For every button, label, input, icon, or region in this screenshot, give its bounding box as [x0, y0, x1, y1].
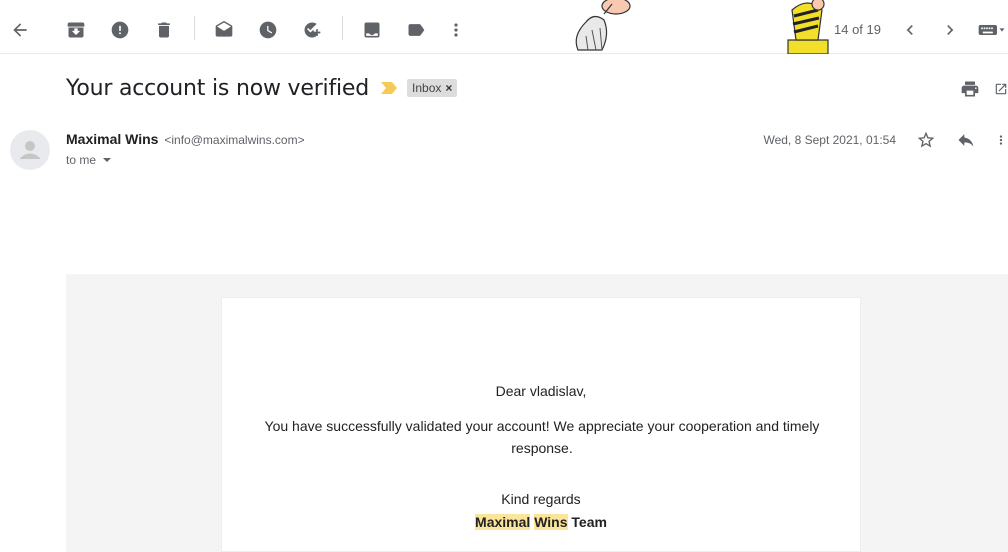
- mark-unread-icon[interactable]: [212, 18, 236, 42]
- labels-icon[interactable]: [404, 18, 428, 42]
- snooze-icon[interactable]: [256, 18, 280, 42]
- toolbar-divider: [342, 16, 343, 40]
- keyboard-icon[interactable]: [976, 18, 1008, 42]
- signature: Maximal Wins Team: [222, 514, 860, 530]
- remove-label-icon[interactable]: ×: [445, 81, 452, 95]
- more-vert-icon[interactable]: [994, 128, 1008, 152]
- regards-text: Kind regards: [501, 491, 581, 507]
- reply-icon[interactable]: [954, 128, 978, 152]
- add-task-icon[interactable]: [300, 18, 324, 42]
- email-subject: Your account is now verified: [66, 75, 370, 101]
- print-icon[interactable]: [958, 77, 982, 101]
- back-arrow-icon[interactable]: [8, 18, 32, 42]
- sender-name[interactable]: Maximal Wins: [66, 131, 158, 147]
- toolbar: 14 of 19: [0, 0, 1008, 54]
- message-text: You have successfully validated your acc…: [264, 418, 820, 456]
- label-chip-text: Inbox: [412, 81, 442, 95]
- avatar: [10, 130, 50, 170]
- label-chip-inbox: Inbox ×: [407, 79, 458, 97]
- subject-row: Your account is now verified Inbox ×: [66, 72, 458, 104]
- toolbar-divider: [194, 16, 195, 40]
- sender-email: <info@maximalwins.com>: [164, 133, 305, 147]
- report-spam-icon[interactable]: [108, 18, 132, 42]
- caret-down-icon: [103, 158, 112, 162]
- theme-character-right-image: [787, 0, 829, 54]
- move-to-icon[interactable]: [360, 18, 384, 42]
- archive-icon[interactable]: [64, 18, 88, 42]
- signature-word-highlighted: Wins: [534, 514, 568, 530]
- delete-icon[interactable]: [152, 18, 176, 42]
- default-avatar-icon: [20, 141, 40, 159]
- email-body-card: Dear vladislav, You have successfully va…: [221, 297, 861, 552]
- sender-line: Maximal Wins <info@maximalwins.com>: [66, 131, 305, 147]
- chevron-left-icon[interactable]: [898, 18, 922, 42]
- chevron-right-icon[interactable]: [938, 18, 962, 42]
- recipient-details-toggle[interactable]: to me: [66, 153, 112, 167]
- theme-character-left-image: [575, 0, 631, 51]
- more-vert-icon[interactable]: [444, 18, 468, 42]
- open-new-window-icon[interactable]: [994, 77, 1008, 101]
- star-icon[interactable]: [914, 128, 938, 152]
- recipient-text: to me: [66, 153, 97, 167]
- greeting-text: Dear vladislav,: [495, 383, 587, 399]
- signature-word: Team: [571, 514, 607, 530]
- important-marker-icon[interactable]: [381, 82, 398, 94]
- pager-count: 14 of 19: [834, 22, 881, 37]
- signature-word-highlighted: Maximal: [475, 514, 531, 530]
- email-date: Wed, 8 Sept 2021, 01:54: [763, 133, 896, 147]
